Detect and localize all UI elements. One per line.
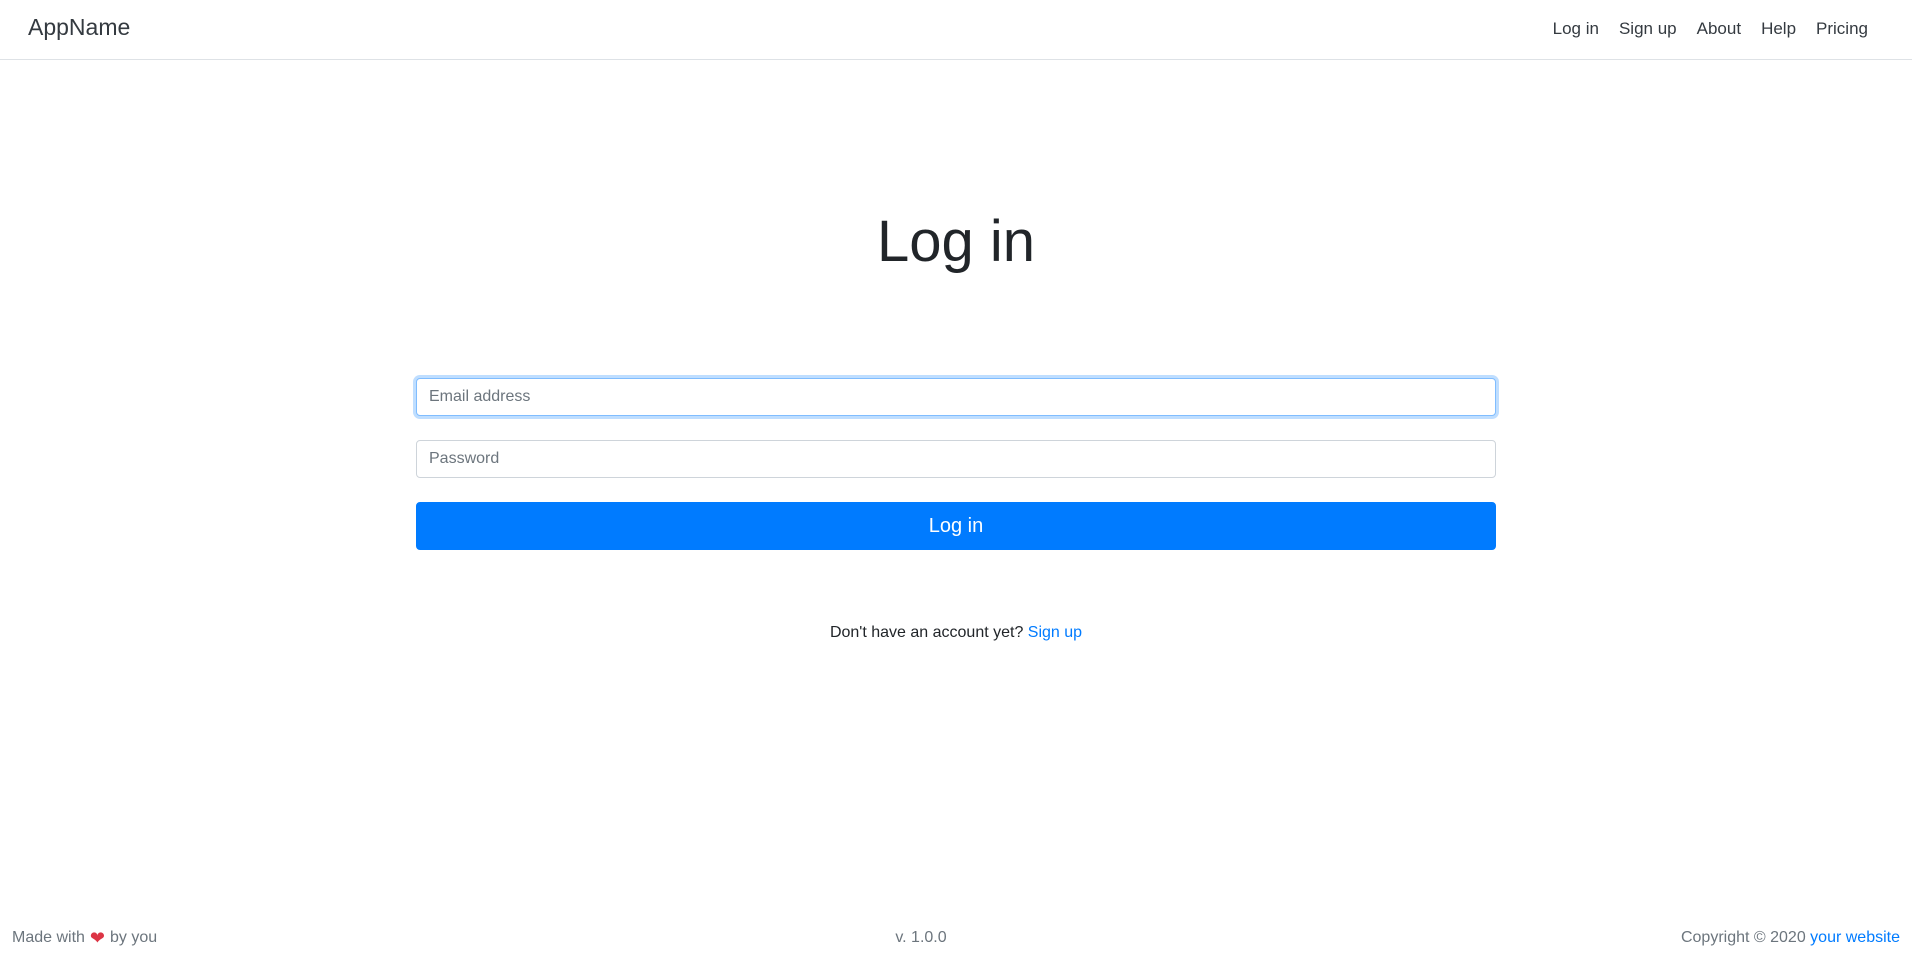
password-field[interactable] [416, 440, 1496, 478]
page-footer: Made with ❤ by you v. 1.0.0 Copyright © … [0, 920, 1912, 956]
login-form: Log in [416, 378, 1496, 550]
version-label: v. 1.0.0 [895, 929, 947, 946]
login-button[interactable]: Log in [416, 502, 1496, 550]
signup-prompt-row: Don't have an account yet? Sign up [0, 624, 1912, 642]
page-title: Log in [876, 209, 1036, 274]
copyright-text: Copyright © 2020 [1680, 929, 1806, 946]
main-content: Log in Log in Don't have an account yet?… [0, 60, 1912, 920]
copyright: Copyright © 2020 your website [1681, 929, 1900, 947]
signup-link[interactable]: Sign up [1028, 624, 1082, 641]
nav-pricing-link[interactable]: Pricing [1816, 19, 1868, 39]
brand-logo[interactable]: AppName [28, 14, 130, 41]
nav-links: Log in Sign up About Help Pricing [1553, 19, 1868, 39]
nav-signup-link[interactable]: Sign up [1619, 19, 1677, 39]
nav-login-link[interactable]: Log in [1553, 19, 1599, 39]
nav-help-link[interactable]: Help [1761, 19, 1796, 39]
website-link[interactable]: your website [1810, 929, 1900, 946]
signup-prompt-text: Don't have an account yet? [829, 624, 1024, 641]
nav-about-link[interactable]: About [1697, 19, 1741, 39]
email-field[interactable] [416, 378, 1496, 416]
top-navbar: AppName Log in Sign up About Help Pricin… [0, 0, 1912, 60]
